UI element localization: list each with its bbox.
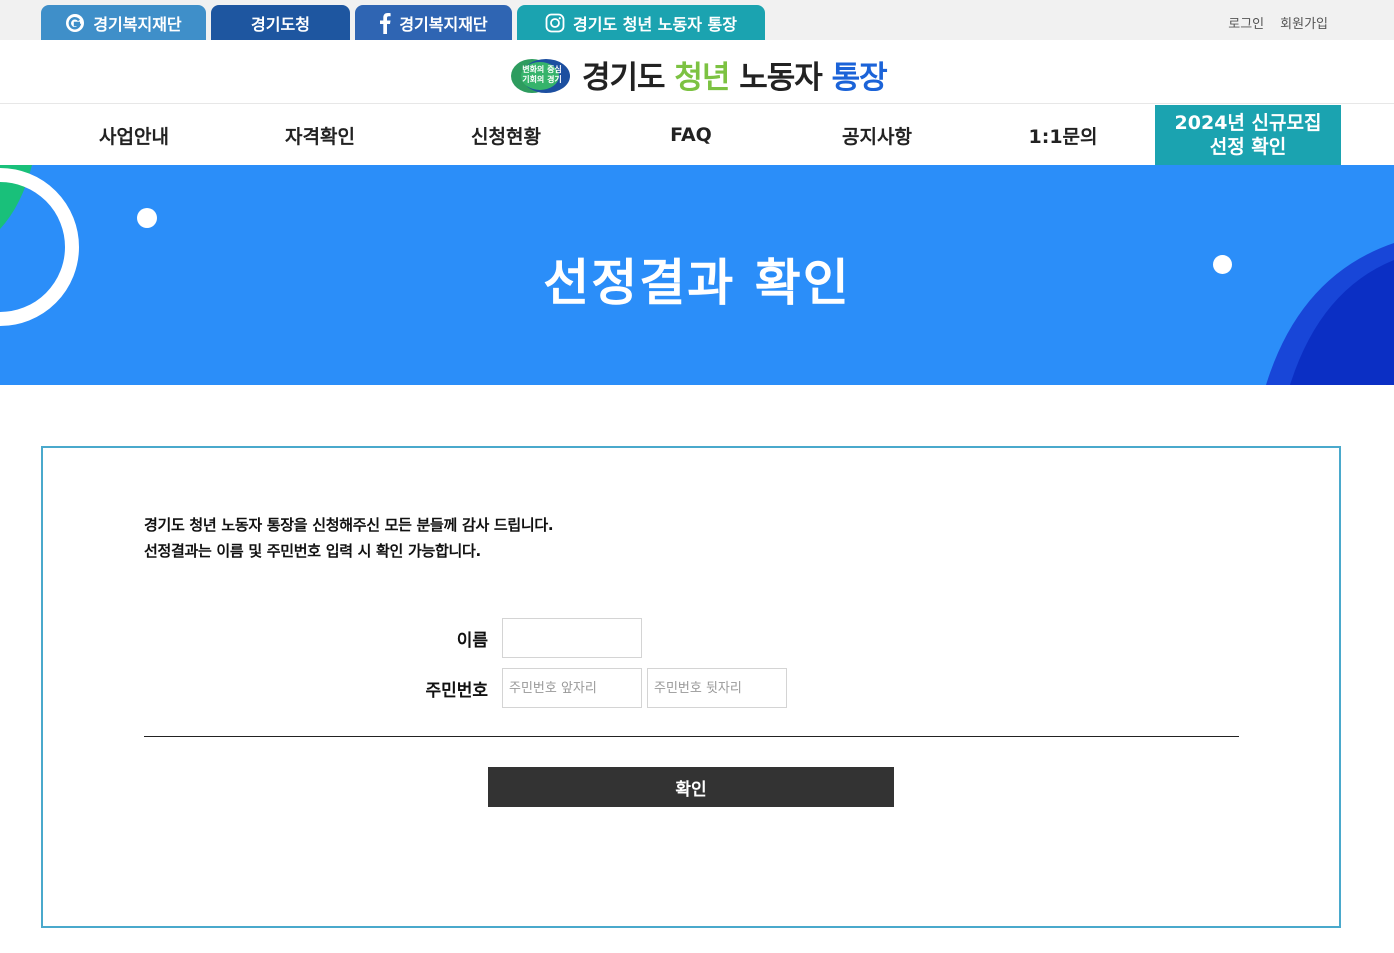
site-logo[interactable]: 변화의 중심 기회의 경기 경기도 청년 노동자 통장 <box>510 52 888 97</box>
cta-line2: 선정 확인 <box>1209 136 1287 158</box>
tab-province-office[interactable]: 경기도청 <box>211 5 350 40</box>
banner-dot <box>137 208 157 228</box>
cta-line1: 2024년 신규모집 <box>1174 112 1322 134</box>
nav-item-inquiry[interactable]: 1:1문의 <box>970 105 1156 165</box>
nav-item-faq[interactable]: FAQ <box>598 105 784 165</box>
main-nav: 사업안내 자격확인 신청현황 FAQ 공지사항 1:1문의 2024년 신규모집… <box>0 105 1394 165</box>
tab-label: 경기복지재단 <box>93 14 182 34</box>
title-part: 노동자 <box>729 60 832 96</box>
foundation-g-icon <box>65 13 85 33</box>
confirm-button[interactable]: 확인 <box>488 767 894 807</box>
result-check-form: 경기도 청년 노동자 통장을 신청해주신 모든 분들께 감사 드립니다. 선정결… <box>41 446 1341 928</box>
title-part: 경기도 <box>582 60 675 96</box>
title-highlight-blue: 통장 <box>831 60 888 96</box>
name-label: 이름 <box>456 631 488 651</box>
nav-item-business-info[interactable]: 사업안내 <box>41 105 227 165</box>
login-link[interactable]: 로그인 <box>1228 13 1264 32</box>
nav-item-application-status[interactable]: 신청현황 <box>413 105 599 165</box>
nav-item-notice[interactable]: 공지사항 <box>784 105 970 165</box>
site-header: 변화의 중심 기회의 경기 경기도 청년 노동자 통장 <box>0 40 1394 104</box>
instagram-icon <box>545 13 565 33</box>
top-bar: 경기복지재단 경기도청 경기복지재단 경기도 청년 노동자 통장 로그인 회원가… <box>0 0 1394 40</box>
name-input[interactable] <box>502 618 642 658</box>
emblem-line1: 변화의 중심 <box>522 64 562 74</box>
form-divider <box>144 736 1239 737</box>
nav-cta-selection-check[interactable]: 2024년 신규모집 선정 확인 <box>1155 105 1341 165</box>
title-highlight-green: 청년 <box>674 60 730 96</box>
signup-link[interactable]: 회원가입 <box>1280 13 1328 32</box>
rrn-back-input[interactable] <box>647 668 787 708</box>
page-title: 선정결과 확인 <box>543 254 851 312</box>
tab-label: 경기도 청년 노동자 통장 <box>573 14 737 34</box>
intro-line: 경기도 청년 노동자 통장을 신청해주신 모든 분들께 감사 드립니다. <box>144 516 554 534</box>
emblem-line2: 기회의 경기 <box>522 74 562 84</box>
tab-label: 경기도청 <box>251 14 310 34</box>
nav-item-eligibility[interactable]: 자격확인 <box>227 105 413 165</box>
tab-label: 경기복지재단 <box>399 14 488 34</box>
tab-foundation[interactable]: 경기복지재단 <box>41 5 206 40</box>
tab-instagram[interactable]: 경기도 청년 노동자 통장 <box>517 5 765 40</box>
page-banner: 선정결과 확인 <box>0 165 1394 385</box>
gyeonggi-emblem: 변화의 중심 기회의 경기 <box>510 56 574 94</box>
tab-facebook[interactable]: 경기복지재단 <box>355 5 512 40</box>
site-title: 경기도 청년 노동자 통장 <box>582 52 888 97</box>
intro-text: 경기도 청년 노동자 통장을 신청해주신 모든 분들께 감사 드립니다. 선정결… <box>144 512 554 564</box>
rrn-front-input[interactable] <box>502 668 642 708</box>
account-links: 로그인 회원가입 <box>1228 13 1328 32</box>
intro-line: 선정결과는 이름 및 주민번호 입력 시 확인 가능합니다. <box>144 542 481 560</box>
facebook-icon <box>379 12 391 34</box>
rrn-label: 주민번호 <box>425 681 488 701</box>
